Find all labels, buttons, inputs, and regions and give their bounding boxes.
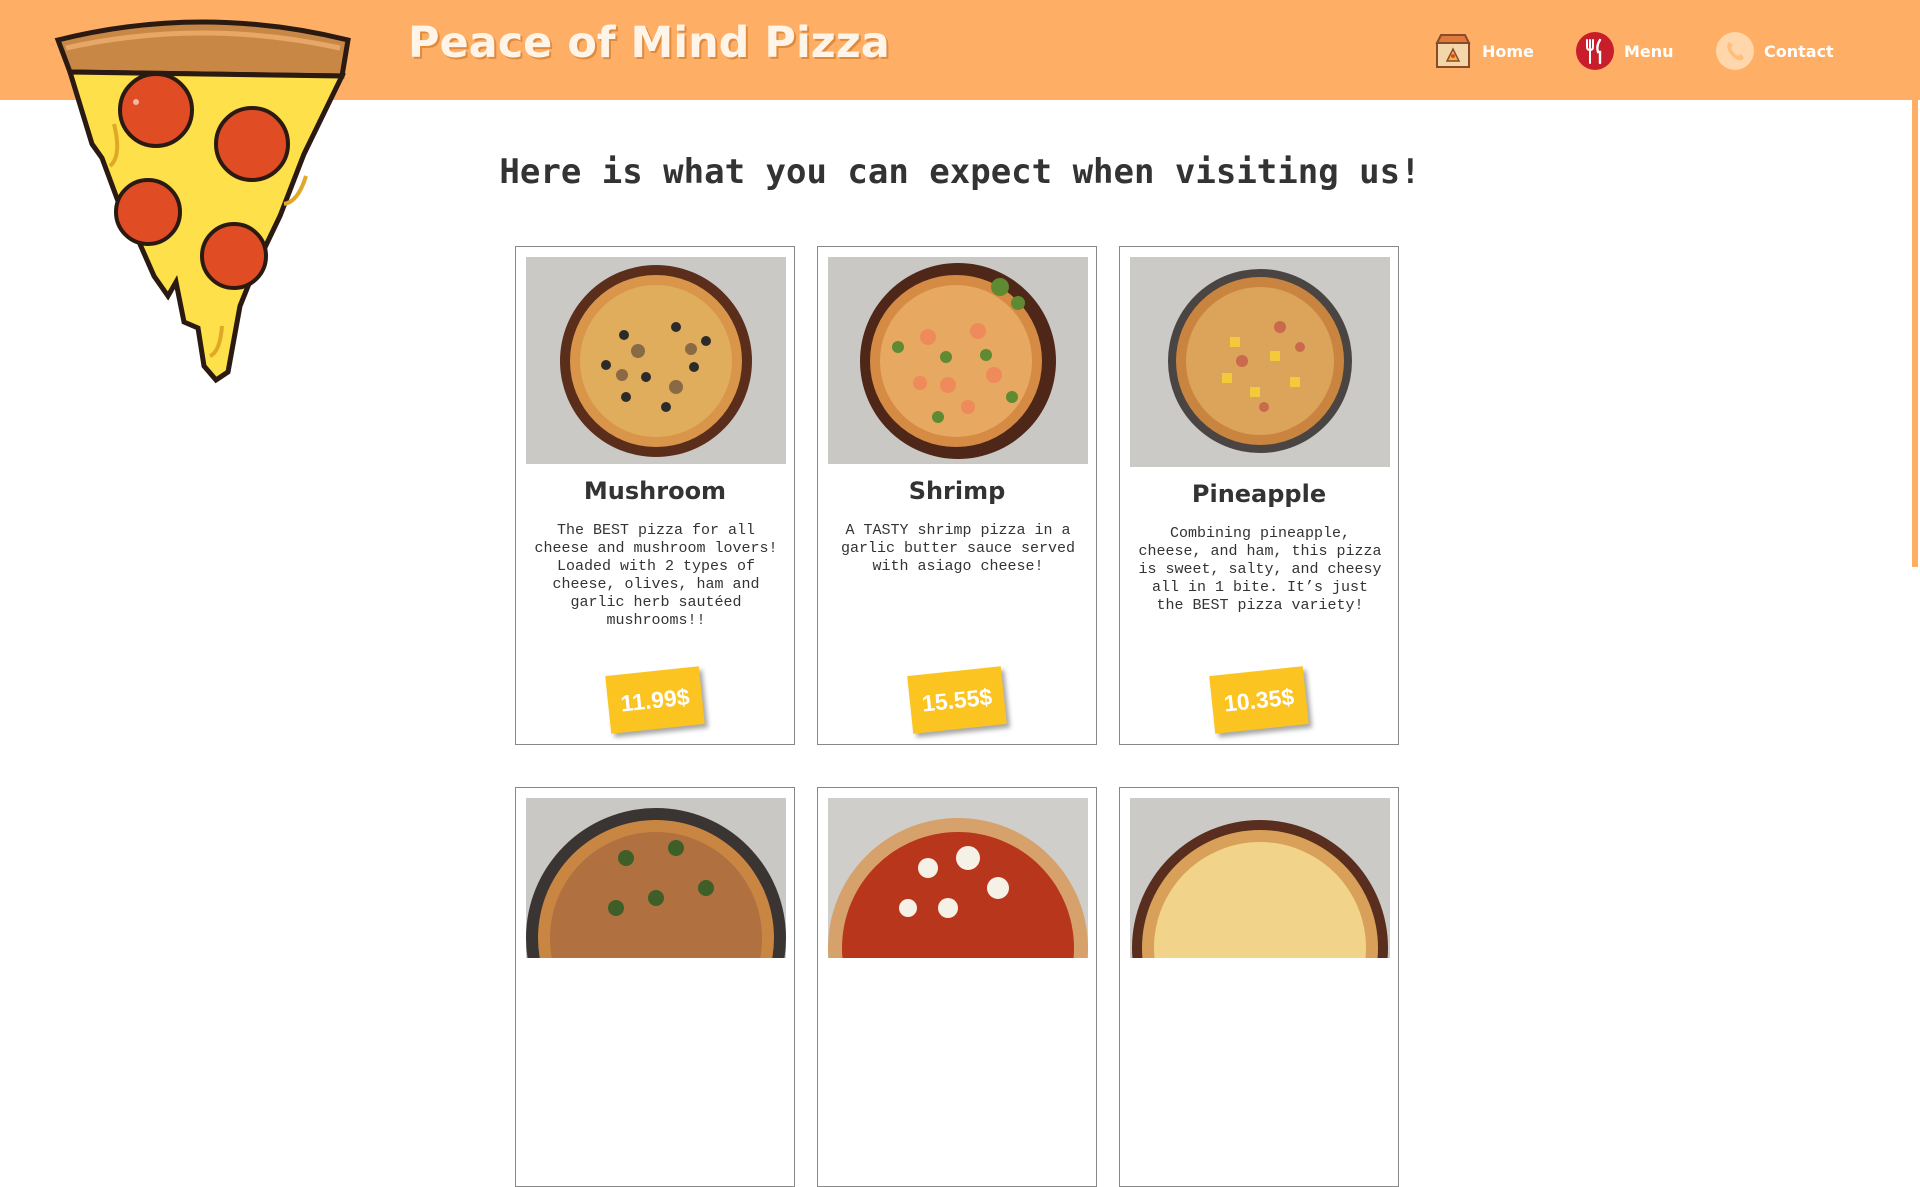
pizza-slice-logo[interactable] xyxy=(52,6,364,390)
card-description: Combining pineapple, cheese, and ham, th… xyxy=(1138,525,1382,614)
mushroom-pizza-photo xyxy=(526,257,786,464)
nav-home[interactable]: Home xyxy=(1434,30,1534,72)
fork-knife-icon xyxy=(1576,32,1614,70)
page-heading: Here is what you can expect when visitin… xyxy=(499,152,1421,192)
pineapple-pizza-photo xyxy=(1130,257,1390,467)
menu-card-mushroom: Mushroom The BEST pizza for all cheese a… xyxy=(515,246,795,745)
shrimp-pizza-photo xyxy=(828,257,1088,464)
price-tag: 11.99$ xyxy=(605,666,705,734)
card-title: Pineapple xyxy=(1191,480,1327,508)
nav-menu-label: Menu xyxy=(1624,41,1674,61)
phone-icon xyxy=(1716,32,1754,70)
margherita-pizza-photo xyxy=(828,798,1088,1078)
nav-home-label: Home xyxy=(1482,41,1534,61)
brand-title[interactable]: Peace of Mind Pizza xyxy=(408,18,890,68)
card-title: Mushroom xyxy=(583,477,727,505)
nav-contact[interactable]: Contact xyxy=(1716,30,1834,72)
menu-card-pineapple: Pineapple Combining pineapple, cheese, a… xyxy=(1119,246,1399,745)
card-description: A TASTY shrimp pizza in a garlic butter … xyxy=(840,522,1076,575)
price-tag: 10.35$ xyxy=(1209,666,1309,734)
price-tag: 15.55$ xyxy=(907,666,1007,734)
cheese-pizza-photo xyxy=(1130,798,1390,1076)
menu-card-shrimp: Shrimp A TASTY shrimp pizza in a garlic … xyxy=(817,246,1097,745)
card-description: The BEST pizza for all cheese and mushro… xyxy=(534,522,778,629)
spinach-sausage-pizza-photo xyxy=(526,798,786,1068)
menu-card xyxy=(515,787,795,1187)
menu-card xyxy=(1119,787,1399,1187)
nav-contact-label: Contact xyxy=(1764,41,1834,61)
menu-card xyxy=(817,787,1097,1187)
pizza-box-icon xyxy=(1434,32,1472,70)
card-title: Shrimp xyxy=(908,477,1006,505)
nav-menu[interactable]: Menu xyxy=(1576,30,1674,72)
